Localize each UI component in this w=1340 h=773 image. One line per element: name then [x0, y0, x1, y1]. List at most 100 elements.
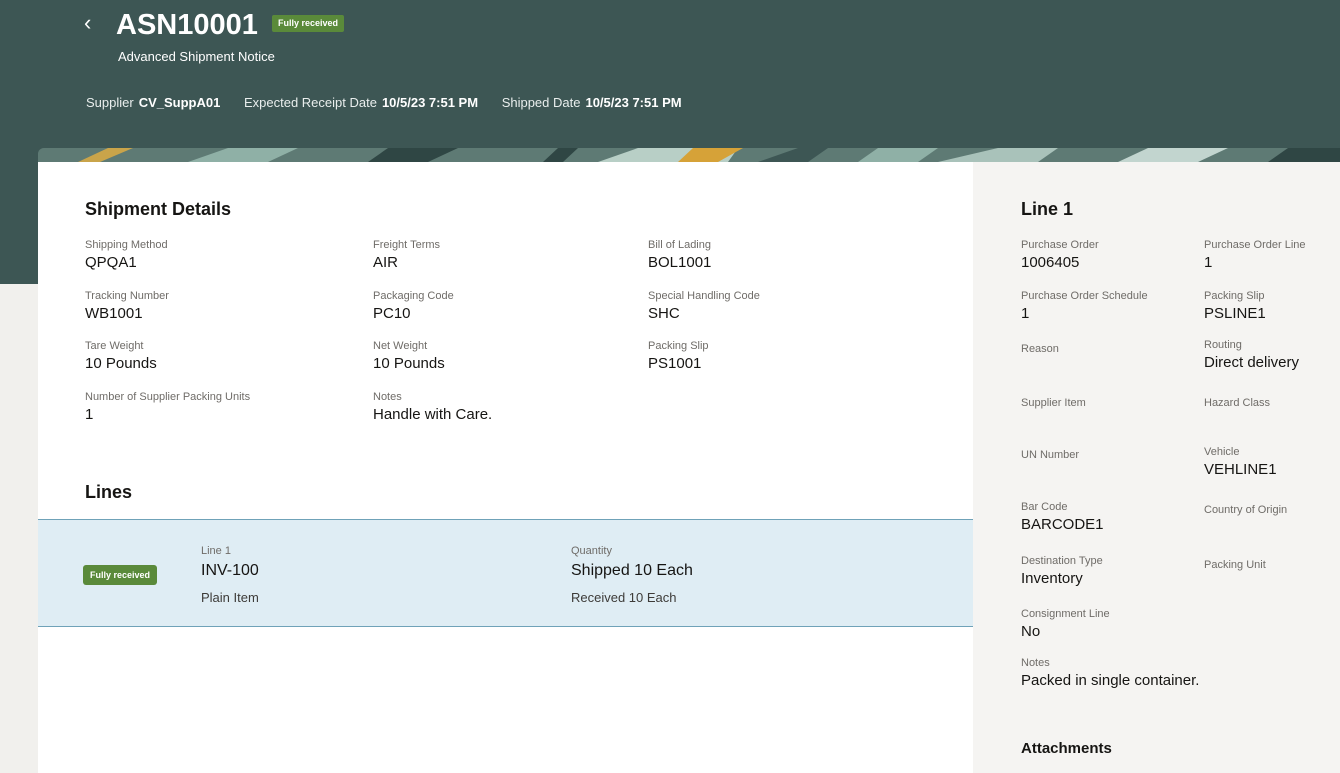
- purchase-order-field: Purchase Order 1006405: [1021, 238, 1099, 273]
- field-label: Supplier Item: [1021, 397, 1086, 409]
- shipped-date-value: 10/5/23 7:51 PM: [585, 95, 682, 110]
- supplier-value: CV_SuppA01: [138, 95, 221, 110]
- tare-weight-field: Tare Weight 10 Pounds: [85, 339, 157, 374]
- table-row[interactable]: Fully received Line 1 INV-100 Plain Item…: [38, 519, 973, 627]
- field-label: Bar Code: [1021, 501, 1068, 513]
- field-label: Shipping Method: [85, 239, 168, 251]
- packing-unit-field: Packing Unit: [1204, 558, 1266, 573]
- field-label: Vehicle: [1204, 446, 1240, 458]
- freight-terms-field: Freight Terms AIR: [373, 238, 440, 273]
- field-label: Reason: [1021, 343, 1059, 355]
- tracking-number-field: Tracking Number WB1001: [85, 289, 169, 324]
- field-value: VEHLINE1: [1204, 461, 1277, 478]
- field-label: Notes: [373, 391, 402, 403]
- field-label: Packaging Code: [373, 290, 454, 302]
- field-label: Freight Terms: [373, 239, 441, 251]
- supplier-label: Supplier: [86, 95, 134, 110]
- special-handling-code-field: Special Handling Code SHC: [648, 289, 760, 324]
- purchase-order-line-field: Purchase Order Line 1: [1204, 238, 1306, 273]
- field-label: Special Handling Code: [648, 290, 760, 302]
- field-label: Packing Slip: [648, 340, 709, 352]
- status-badge: Fully received: [83, 565, 158, 585]
- reason-field: Reason: [1021, 342, 1059, 357]
- main-panel: Shipment Details Shipping Method QPQA1 F…: [38, 162, 973, 773]
- country-of-origin-field: Country of Origin: [1204, 503, 1287, 518]
- field-value: BOL1001: [648, 254, 712, 271]
- field-value: 1: [85, 406, 94, 423]
- field-label: Purchase Order Line: [1204, 239, 1306, 251]
- field-value: Direct delivery: [1204, 354, 1300, 371]
- field-value: 1: [1204, 254, 1213, 271]
- field-label: Country of Origin: [1204, 504, 1288, 516]
- shipped-quantity: Shipped 10 Each: [571, 562, 693, 579]
- field-label: Hazard Class: [1204, 397, 1271, 409]
- field-value: 10 Pounds: [373, 355, 445, 372]
- field-value: PS1001: [648, 355, 702, 372]
- field-label: Packing Slip: [1204, 290, 1265, 302]
- supplier-packing-units-field: Number of Supplier Packing Units 1: [85, 390, 250, 425]
- field-value: 1006405: [1021, 254, 1080, 271]
- field-value: WB1001: [85, 305, 143, 322]
- line-detail-panel: Line 1 Purchase Order 1006405 Purchase O…: [973, 162, 1340, 773]
- field-label: Notes: [1021, 657, 1050, 669]
- field-value: PC10: [373, 305, 411, 322]
- field-value: SHC: [648, 305, 680, 322]
- field-label: UN Number: [1021, 449, 1080, 461]
- un-number-field: UN Number: [1021, 448, 1079, 463]
- line-notes-field: Notes Packed in single container.: [1021, 656, 1199, 691]
- decorative-banner: [38, 148, 1340, 162]
- line-item: INV-100: [201, 562, 259, 579]
- field-label: Bill of Lading: [648, 239, 711, 251]
- packing-slip-field: Packing Slip PS1001: [648, 339, 709, 374]
- line-item-desc: Plain Item: [201, 590, 259, 605]
- net-weight-field: Net Weight 10 Pounds: [373, 339, 445, 374]
- consignment-line-field: Consignment Line No: [1021, 607, 1110, 642]
- field-label: Tracking Number: [85, 290, 169, 302]
- routing-field: Routing Direct delivery: [1204, 338, 1299, 373]
- packaging-code-field: Packaging Code PC10: [373, 289, 454, 324]
- received-quantity: Received 10 Each: [571, 590, 677, 605]
- supplier-item-field: Supplier Item: [1021, 396, 1086, 411]
- bar-code-field: Bar Code BARCODE1: [1021, 500, 1104, 535]
- shipped-date-label: Shipped Date: [501, 95, 581, 110]
- line-detail-title: Line 1: [1021, 199, 1074, 219]
- notes-field: Notes Handle with Care.: [373, 390, 492, 425]
- field-label: Tare Weight: [85, 340, 144, 352]
- page-title: ASN10001: [116, 9, 258, 41]
- line-label: Line 1: [201, 545, 231, 557]
- vehicle-field: Vehicle VEHLINE1: [1204, 445, 1277, 480]
- field-value: Packed in single container.: [1021, 672, 1200, 689]
- hazard-class-field: Hazard Class: [1204, 396, 1270, 411]
- bill-of-lading-field: Bill of Lading BOL1001: [648, 238, 711, 273]
- field-label: Net Weight: [373, 340, 428, 352]
- expected-receipt-label: Expected Receipt Date: [243, 95, 377, 110]
- attachments-title: Attachments: [1021, 740, 1112, 757]
- field-value: PSLINE1: [1204, 305, 1266, 322]
- quantity-label: Quantity: [571, 545, 612, 557]
- back-button[interactable]: ‹: [84, 10, 100, 36]
- lines-title: Lines: [85, 482, 133, 502]
- field-value: Handle with Care.: [373, 406, 493, 423]
- field-label: Number of Supplier Packing Units: [85, 391, 251, 403]
- expected-receipt-value: 10/5/23 7:51 PM: [381, 95, 479, 110]
- field-label: Routing: [1204, 339, 1242, 351]
- field-value: 10 Pounds: [85, 355, 157, 372]
- field-value: AIR: [373, 254, 399, 271]
- field-label: Purchase Order: [1021, 239, 1099, 251]
- destination-type-field: Destination Type Inventory: [1021, 554, 1103, 589]
- field-label: Packing Unit: [1204, 559, 1266, 571]
- shipment-details-title: Shipment Details: [85, 199, 232, 219]
- field-value: No: [1021, 623, 1041, 640]
- status-badge: Fully received: [272, 15, 345, 32]
- purchase-order-schedule-field: Purchase Order Schedule 1: [1021, 289, 1148, 324]
- field-value: BARCODE1: [1021, 516, 1104, 533]
- header-meta: Supplier CV_SuppA01 Expected Receipt Date…: [86, 95, 702, 110]
- line-packing-slip-field: Packing Slip PSLINE1: [1204, 289, 1266, 324]
- chevron-left-icon: ‹: [84, 10, 92, 35]
- field-value: Inventory: [1021, 570, 1083, 587]
- field-value: 1: [1021, 305, 1030, 322]
- page-subtitle: Advanced Shipment Notice: [118, 49, 275, 64]
- field-label: Destination Type: [1021, 555, 1103, 567]
- field-value: QPQA1: [85, 254, 137, 271]
- field-label: Consignment Line: [1021, 608, 1110, 620]
